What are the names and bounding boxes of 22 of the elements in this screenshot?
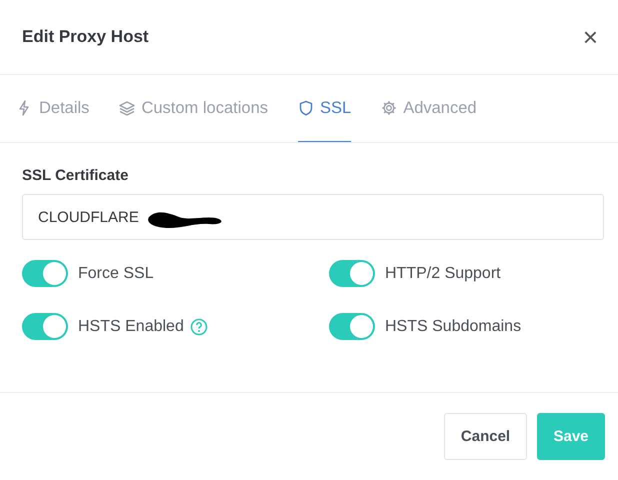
tab[interactable]: Custom locations [119,75,268,142]
toggle-switch[interactable] [329,313,375,340]
tab[interactable]: SSL [298,75,352,142]
field-label: SSL Certificate [22,167,130,184]
settings-icon [381,100,398,116]
tab[interactable]: Advanced [381,75,477,142]
toggle-label: HTTP/2 Support [385,264,501,282]
toggle-label: HSTS Enabled [78,318,184,336]
toggle-switch[interactable] [22,260,68,287]
close-button[interactable]: × [582,24,598,50]
save-button[interactable]: Save [537,413,605,460]
help-icon[interactable] [190,318,208,336]
modal-title: Edit Proxy Host [22,27,149,47]
shield-icon [298,100,314,116]
cancel-button[interactable]: Cancel [444,413,527,460]
toggle-label: HSTS Subdomains [385,318,522,336]
toggle-switch[interactable] [329,260,375,287]
toggle-label: Force SSL [78,264,154,282]
tab[interactable]: Details [17,75,90,142]
layers-icon [119,100,136,116]
toggle-switch[interactable] [22,313,68,340]
select-field[interactable]: CLOUDFLARE [22,194,604,240]
